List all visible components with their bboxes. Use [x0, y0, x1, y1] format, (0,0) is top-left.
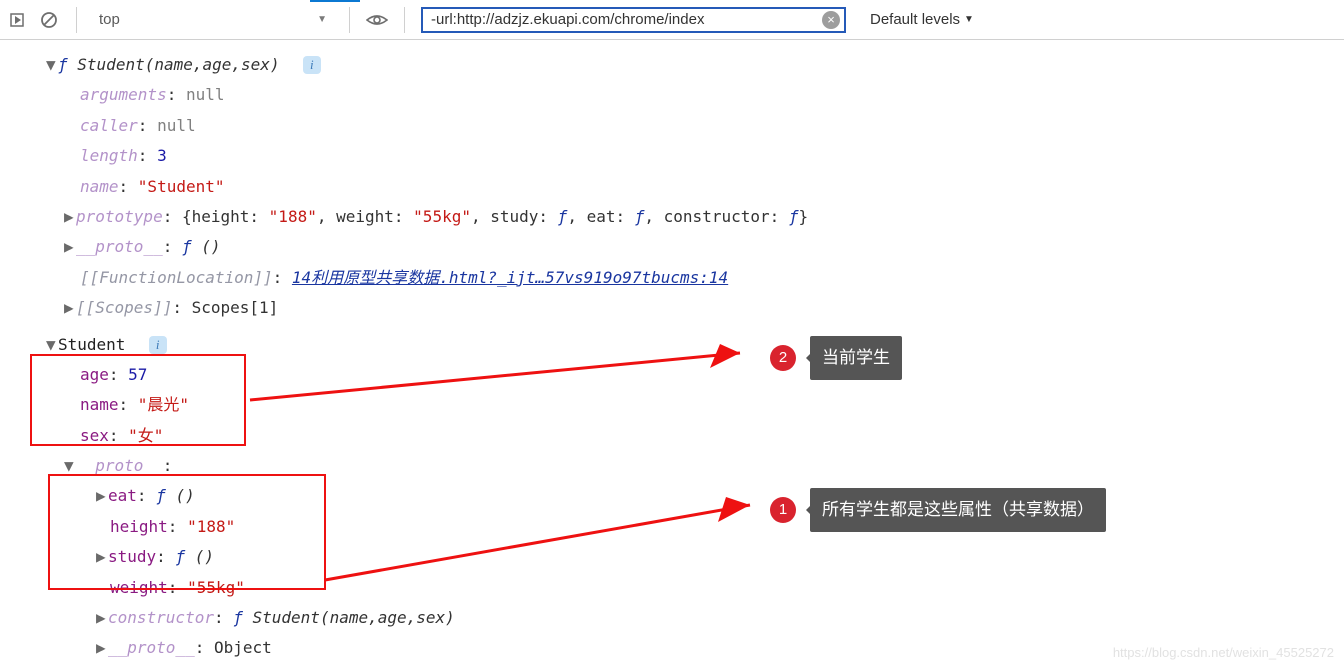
separator: [349, 7, 350, 33]
prop-height[interactable]: height: "188": [18, 512, 1344, 542]
info-icon: i: [149, 336, 167, 354]
devtools-toolbar: top ▼ -url:http://adzjz.ekuapi.com/chrom…: [0, 0, 1344, 40]
context-dropdown[interactable]: top ▼: [93, 7, 333, 33]
prop-constructor[interactable]: ▶constructor: ƒ Student(name,age,sex): [18, 603, 1344, 633]
levels-label: Default levels: [870, 11, 960, 28]
prop-scopes[interactable]: ▶[[Scopes]]: Scopes[1]: [18, 293, 1344, 323]
prop-sex[interactable]: sex: "女": [18, 421, 1344, 451]
clear-filter-button[interactable]: ×: [822, 11, 840, 29]
info-icon: i: [303, 56, 321, 74]
chevron-down-icon: ▼: [964, 14, 974, 25]
prop-prototype[interactable]: ▶prototype: {height: "188", weight: "55k…: [18, 202, 1344, 232]
callout-1: 1 所有学生都是这些属性（共享数据）: [770, 488, 1106, 532]
prop-age[interactable]: age: 57: [18, 360, 1344, 390]
clear-console-icon[interactable]: [38, 9, 60, 31]
callout-number: 1: [770, 497, 796, 523]
filter-input[interactable]: -url:http://adzjz.ekuapi.com/chrome/inde…: [421, 7, 846, 33]
object-header-student-fn[interactable]: ▼ƒ Student(name,age,sex) i: [18, 50, 1344, 80]
context-label: top: [99, 11, 120, 28]
prop-function-location[interactable]: [[FunctionLocation]]: 14利用原型共享数据.html?_i…: [18, 263, 1344, 293]
callout-2: 2 当前学生: [770, 336, 902, 380]
prop-weight[interactable]: weight: "55kg": [18, 573, 1344, 603]
prop-caller[interactable]: caller: null: [18, 111, 1344, 141]
log-levels-dropdown[interactable]: Default levels ▼: [870, 11, 974, 28]
prop-proto[interactable]: ▶__proto__: ƒ (): [18, 232, 1344, 262]
chevron-down-icon: ▼: [317, 14, 327, 25]
source-link[interactable]: 14利用原型共享数据.html?_ijt…57vs919o97tbucms:14: [292, 268, 728, 287]
prop-name[interactable]: name: "Student": [18, 172, 1344, 202]
eye-icon[interactable]: [366, 9, 388, 31]
prop-eat[interactable]: ▶eat: ƒ (): [18, 481, 1344, 511]
prop-name[interactable]: name: "晨光": [18, 390, 1344, 420]
console-output: ▼ƒ Student(name,age,sex) i arguments: nu…: [0, 40, 1344, 650]
callout-number: 2: [770, 345, 796, 371]
prop-study[interactable]: ▶study: ƒ (): [18, 542, 1344, 572]
prop-proto-expanded[interactable]: ▼__proto__:: [18, 451, 1344, 481]
separator: [404, 7, 405, 33]
step-icon[interactable]: [8, 9, 30, 31]
prop-length[interactable]: length: 3: [18, 141, 1344, 171]
object-header-student-instance[interactable]: ▼Student i: [18, 330, 1344, 360]
watermark: https://blog.csdn.net/weixin_45525272: [1113, 645, 1334, 660]
callout-text: 所有学生都是这些属性（共享数据）: [810, 488, 1106, 532]
prop-arguments[interactable]: arguments: null: [18, 80, 1344, 110]
callout-text: 当前学生: [810, 336, 902, 380]
separator: [76, 7, 77, 33]
filter-text: -url:http://adzjz.ekuapi.com/chrome/inde…: [431, 11, 822, 28]
